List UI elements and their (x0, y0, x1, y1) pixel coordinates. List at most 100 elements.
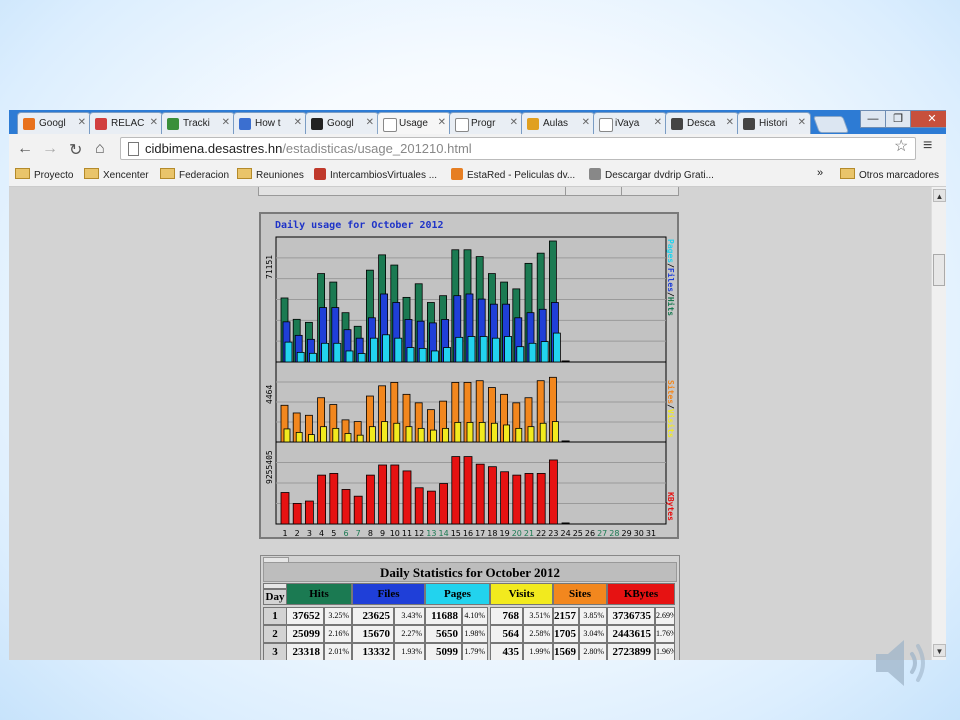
bookmarks-overflow-chevron[interactable]: » (817, 167, 823, 179)
day-label: 27 (597, 529, 607, 537)
bookmark-2[interactable]: Xencenter (84, 168, 149, 181)
restore-button[interactable]: ❐ (885, 110, 911, 128)
back-arrow-icon[interactable]: ← (17, 140, 33, 158)
menu-icon[interactable]: ≡ (923, 137, 932, 155)
table-cell-value: 25099 (286, 625, 324, 643)
close-tab-icon[interactable]: ✕ (366, 117, 374, 128)
table-cell-percent: 2.58% (523, 625, 553, 643)
close-tab-icon[interactable]: ✕ (726, 117, 734, 128)
day-label: 20 (512, 529, 522, 537)
daily-usage-chart: Daily usage for October 2012 1 2 3 4 5 6 7 8 9 10… (259, 212, 679, 539)
browser-window: Googl ✕ RELAC ✕ Tracki ✕ How t ✕ Googl ✕ Usage ✕ Pro… (9, 110, 946, 660)
visits-bar (320, 426, 327, 443)
scrollbar-thumb[interactable] (933, 254, 945, 286)
kbytes-bar (390, 464, 400, 525)
pages-bar (443, 347, 452, 363)
legend-sites-visits: Sites/Visits (666, 380, 676, 438)
close-tab-icon[interactable]: ✕ (510, 117, 518, 128)
close-tab-icon[interactable]: ✕ (294, 117, 302, 128)
y-max-label: 71151 (265, 255, 274, 279)
tab-howt[interactable]: How t ✕ (233, 112, 307, 134)
close-tab-icon[interactable]: ✕ (78, 117, 86, 128)
joomla-icon (95, 118, 107, 130)
close-tab-icon[interactable]: ✕ (798, 117, 806, 128)
url-host: cidbimena.desastres.hn (145, 141, 283, 156)
tab-relac[interactable]: RELAC ✕ (89, 112, 163, 134)
visits-bar (308, 434, 315, 443)
pages-bar (418, 347, 427, 363)
pages-bar (394, 337, 403, 363)
close-tab-icon[interactable]: ✕ (222, 117, 230, 128)
pages-bar (345, 350, 354, 363)
minimize-button[interactable]: — (860, 110, 886, 128)
table-cell-percent: 2.27% (394, 625, 425, 643)
estared-icon (451, 168, 463, 180)
bookmark-4[interactable]: Reuniones (237, 168, 304, 181)
tab-googl[interactable]: Googl ✕ (305, 112, 379, 134)
page-icon (455, 118, 469, 132)
bookmark-label: Otros marcadores (859, 170, 940, 181)
tab-histori[interactable]: Histori ✕ (737, 112, 811, 134)
home-icon[interactable]: ⌂ (95, 140, 105, 158)
daily-statistics-table: Daily Statistics for October 2012 Day Hit… (260, 555, 680, 660)
tracking-icon (167, 118, 179, 130)
page-icon (599, 118, 613, 132)
table-cell-percent: 2.16% (324, 625, 352, 643)
table-cell-percent: 1.98% (462, 625, 488, 643)
speaker-icon[interactable] (868, 632, 934, 694)
tab-label: Tracki (183, 118, 210, 129)
bookmark-1[interactable]: Proyecto (15, 168, 73, 181)
close-tab-icon[interactable]: ✕ (582, 117, 590, 128)
new-tab-button[interactable] (812, 116, 850, 133)
forward-arrow-icon[interactable]: → (42, 140, 58, 158)
scroll-up-arrow-icon[interactable]: ▲ (933, 189, 946, 202)
bookmark-label: Descargar dvdrip Grati... (605, 170, 714, 181)
legend-pages-files-hits-part: Pages (666, 239, 675, 263)
tab-progr[interactable]: Progr ✕ (449, 112, 523, 134)
scroll-down-arrow-icon[interactable]: ▼ (933, 644, 946, 657)
address-bar[interactable]: cidbimena.desastres.hn/estadisticas/usag… (120, 137, 916, 160)
close-tab-icon[interactable]: ✕ (438, 117, 446, 128)
visits-bar (393, 422, 401, 443)
bookmark-3[interactable]: Federacion (160, 168, 229, 181)
bookmark-star-icon[interactable]: ☆ (894, 136, 908, 156)
tab-googl[interactable]: Googl ✕ (17, 112, 91, 134)
close-window-button[interactable]: ✕ (910, 110, 946, 128)
pages-bar (528, 342, 537, 363)
bookmark-6[interactable]: EstaRed - Peliculas dv... (451, 168, 575, 181)
visits-bar (539, 422, 547, 443)
kbytes-bar (280, 492, 290, 525)
table-title: Daily Statistics for October 2012 (263, 562, 677, 582)
table-cell-percent: 3.51% (523, 607, 553, 625)
pages-bar (284, 341, 293, 363)
bookmark-otros-marcadores[interactable]: Otros marcadores (840, 168, 939, 181)
visits-bar (417, 427, 425, 443)
day-label: 1 (282, 529, 287, 537)
pages-bar (357, 353, 366, 363)
folder-icon (15, 168, 30, 179)
table-cell-percent: 1.79% (462, 643, 488, 660)
pages-bar (296, 351, 305, 363)
tab-desca[interactable]: Desca ✕ (665, 112, 739, 134)
day-label: 5 (331, 529, 336, 537)
bookmark-5[interactable]: IntercambiosVirtuales ... (314, 168, 437, 181)
table-cell-percent: 1.96% (655, 643, 675, 660)
table-cell-value: 15670 (352, 625, 394, 643)
bookmark-7[interactable]: Descargar dvdrip Grati... (589, 168, 714, 181)
tab-usage[interactable]: Usage ✕ (377, 112, 451, 134)
close-tab-icon[interactable]: ✕ (654, 117, 662, 128)
tab-ivaya[interactable]: iVaya ✕ (593, 112, 667, 134)
tab-tracki[interactable]: Tracki ✕ (161, 112, 235, 134)
kbytes-bar (463, 456, 473, 525)
table-row-day: 3 (263, 643, 287, 660)
table-cell-value: 2723899 (607, 643, 655, 660)
vertical-scrollbar[interactable]: ▲ ▼ (931, 187, 946, 660)
tab-aulas[interactable]: Aulas ✕ (521, 112, 595, 134)
reload-icon[interactable]: ↻ (69, 140, 82, 160)
close-tab-icon[interactable]: ✕ (150, 117, 158, 128)
kbytes-bar (366, 474, 375, 525)
table-cell-value: 1569 (553, 643, 579, 660)
visits-bar (466, 422, 474, 443)
kbytes-bar (548, 459, 558, 525)
aulas-icon (527, 118, 539, 130)
